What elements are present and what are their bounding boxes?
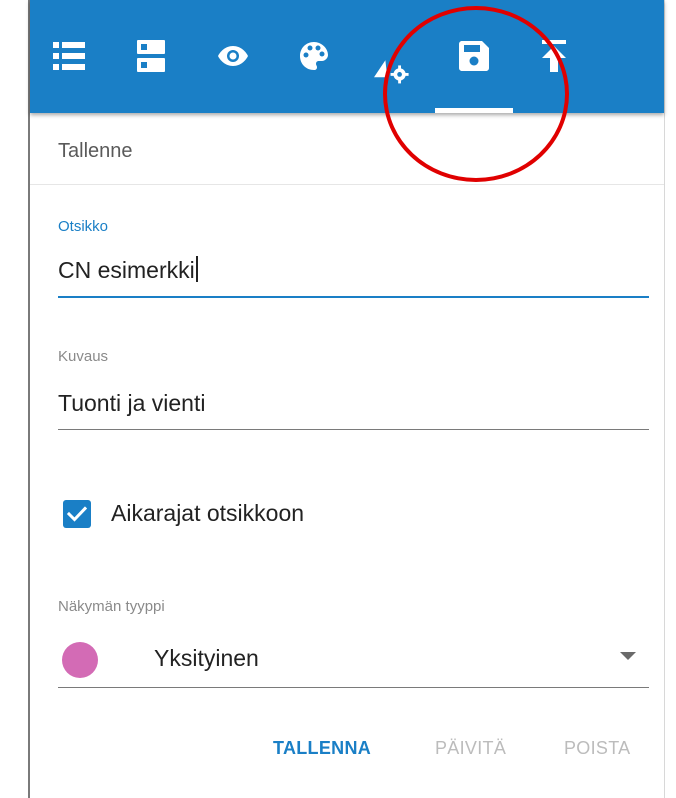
view-type-color-dot [62,642,98,678]
list-icon [53,42,85,70]
time-limits-checkbox[interactable] [63,500,91,528]
upload-icon [542,40,566,72]
eye-icon [218,46,248,66]
toolbar-theme-button[interactable] [296,38,332,74]
section-divider [30,184,664,185]
title-field-value: CN esimerkki [58,257,195,283]
view-type-select[interactable]: Yksityinen [154,645,259,672]
save-button[interactable]: TALLENNA [273,738,371,759]
description-field-label: Kuvaus [58,348,109,365]
title-field-label: Otsikko [58,218,109,235]
checkmark-icon [67,506,87,522]
toolbar-server-button[interactable] [133,38,169,74]
toolbar-axis-settings-button[interactable] [374,46,410,84]
time-limits-checkbox-label: Aikarajat otsikkoon [111,500,305,526]
save-icon [459,41,489,71]
toolbar-preview-button[interactable] [215,38,251,74]
toolbar-save-button[interactable] [456,38,492,74]
chevron-down-icon[interactable] [620,652,636,662]
delete-button[interactable]: POISTA [564,738,630,759]
save-panel: Tallenne Otsikko CN esimerkki Kuvaus Tuo… [28,0,665,798]
title-field-input[interactable]: CN esimerkki [58,256,198,284]
palette-icon [300,42,328,70]
title-field-underline [58,296,649,298]
description-field-underline [58,429,649,430]
description-field-input[interactable]: Tuonti ja vienti [58,390,205,417]
toolbar-upload-button[interactable] [536,38,572,74]
active-tab-indicator [435,108,513,113]
view-type-label: Näkymän tyyppi [58,598,165,615]
text-caret [195,256,198,282]
update-button[interactable]: PÄIVITÄ [435,738,506,759]
section-title: Tallenne [58,140,133,162]
server-icon [137,40,165,72]
toolbar [30,0,664,113]
toolbar-list-button[interactable] [51,38,87,74]
axis-settings-icon [374,60,409,84]
view-type-underline [58,687,649,688]
